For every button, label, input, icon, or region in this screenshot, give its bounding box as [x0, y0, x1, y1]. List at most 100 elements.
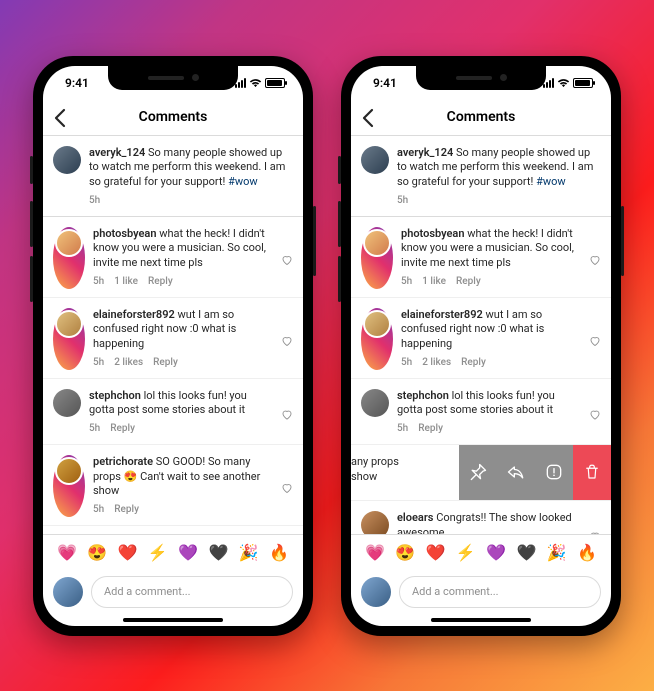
username[interactable]: elaineforster892	[401, 308, 483, 321]
emoji-button[interactable]: 🖤	[208, 543, 228, 562]
story-ring[interactable]	[53, 455, 85, 517]
pin-button[interactable]	[459, 445, 497, 500]
emoji-button[interactable]: 💗	[365, 543, 385, 562]
comment-row[interactable]: eloears Congrats!! The show looked aweso…	[43, 526, 303, 534]
emoji-button[interactable]: ❤️	[426, 543, 446, 562]
reply-button[interactable]: Reply	[418, 422, 443, 436]
avatar[interactable]	[361, 146, 389, 174]
heart-icon[interactable]	[589, 393, 601, 436]
heart-icon[interactable]	[589, 515, 601, 534]
emoji-button[interactable]: ⚡	[148, 543, 168, 562]
username[interactable]: photosbyean	[401, 227, 465, 240]
delete-button[interactable]	[573, 445, 611, 500]
avatar[interactable]	[53, 146, 81, 174]
emoji-button[interactable]: 😍	[87, 543, 107, 562]
reply-button[interactable]: Reply	[114, 503, 139, 517]
avatar[interactable]	[55, 310, 83, 338]
story-ring[interactable]	[361, 308, 393, 370]
notch	[108, 66, 238, 90]
comment-row[interactable]: photosbyean what the heck! I didn't know…	[43, 217, 303, 298]
emoji-button[interactable]: 🎉	[239, 543, 259, 562]
reply-button[interactable]: Reply	[461, 356, 486, 370]
page-header: Comments	[351, 100, 611, 136]
username[interactable]: averyk_124	[89, 146, 145, 159]
reply-button[interactable]: Reply	[153, 356, 178, 370]
report-icon	[544, 462, 564, 482]
like-count[interactable]: 1 like	[114, 275, 138, 289]
caption-text: averyk_124 So many people showed up to w…	[397, 146, 601, 208]
username[interactable]: eloears	[397, 511, 433, 524]
comment-row[interactable]: petrichorate SO GOOD! So many props 😍 Ca…	[43, 445, 303, 526]
report-button[interactable]	[535, 445, 573, 500]
wifi-icon	[557, 78, 570, 88]
avatar[interactable]	[363, 310, 391, 338]
reply-button[interactable]: Reply	[456, 275, 481, 289]
comment-list[interactable]: averyk_124 So many people showed up to w…	[43, 136, 303, 534]
username[interactable]: elaineforster892	[93, 308, 175, 321]
story-ring[interactable]	[53, 227, 85, 289]
like-count[interactable]: 1 like	[422, 275, 446, 289]
avatar[interactable]	[53, 577, 83, 607]
hashtag[interactable]: #wow	[228, 175, 258, 188]
emoji-button[interactable]: 💜	[178, 543, 198, 562]
emoji-button[interactable]: ❤️	[118, 543, 138, 562]
heart-icon[interactable]	[281, 393, 293, 436]
heart-icon[interactable]	[589, 312, 601, 370]
timestamp: 5h	[93, 503, 104, 517]
back-icon[interactable]	[53, 108, 67, 128]
story-ring[interactable]	[361, 227, 393, 289]
comment-row-swiped[interactable]: any propsshow	[351, 445, 611, 501]
username[interactable]: stephchon	[397, 389, 449, 402]
emoji-button[interactable]: 🔥	[269, 543, 289, 562]
username[interactable]: photosbyean	[93, 227, 157, 240]
avatar[interactable]	[53, 389, 81, 417]
emoji-button[interactable]: 🔥	[577, 543, 597, 562]
wifi-icon	[249, 78, 262, 88]
reply-arrow-icon	[506, 462, 526, 482]
heart-icon[interactable]	[589, 231, 601, 289]
comment-row[interactable]: eloears Congrats!! The show looked aweso…	[351, 501, 611, 534]
placeholder: Add a comment...	[104, 585, 191, 598]
back-icon[interactable]	[361, 108, 375, 128]
home-indicator[interactable]	[431, 618, 531, 622]
comment-row[interactable]: stephchon lol this looks fun! you gotta …	[351, 379, 611, 445]
screen-left: 9:41 Comments averyk_124 So many people …	[43, 66, 303, 626]
emoji-button[interactable]: 💜	[486, 543, 506, 562]
comment-input[interactable]: Add a comment...	[399, 576, 601, 608]
status-time: 9:41	[65, 76, 89, 90]
avatar[interactable]	[55, 229, 83, 257]
emoji-button[interactable]: 🖤	[516, 543, 536, 562]
comment-row[interactable]: elaineforster892 wut I am so confused ri…	[351, 298, 611, 379]
emoji-button[interactable]: 🎉	[547, 543, 567, 562]
avatar[interactable]	[361, 511, 389, 534]
like-count[interactable]: 2 likes	[422, 356, 451, 370]
comment-row[interactable]: elaineforster892 wut I am so confused ri…	[43, 298, 303, 379]
username[interactable]: averyk_124	[397, 146, 453, 159]
emoji-button[interactable]: ⚡	[456, 543, 476, 562]
story-ring[interactable]	[53, 308, 85, 370]
reply-button[interactable]: Reply	[148, 275, 173, 289]
hashtag[interactable]: #wow	[536, 175, 566, 188]
reply-button[interactable]: Reply	[110, 422, 135, 436]
username[interactable]: stephchon	[89, 389, 141, 402]
battery-icon	[265, 78, 285, 88]
avatar[interactable]	[361, 389, 389, 417]
reply-action-button[interactable]	[497, 445, 535, 500]
caption-row: averyk_124 So many people showed up to w…	[43, 136, 303, 217]
emoji-button[interactable]: 😍	[395, 543, 415, 562]
comment-list[interactable]: averyk_124 So many people showed up to w…	[351, 136, 611, 534]
avatar[interactable]	[55, 457, 83, 485]
comment-row[interactable]: stephchon lol this looks fun! you gotta …	[43, 379, 303, 445]
heart-icon[interactable]	[281, 459, 293, 517]
avatar[interactable]	[361, 577, 391, 607]
heart-icon[interactable]	[281, 312, 293, 370]
avatar[interactable]	[363, 229, 391, 257]
home-indicator[interactable]	[123, 618, 223, 622]
status-indicators	[543, 78, 593, 88]
heart-icon[interactable]	[281, 231, 293, 289]
emoji-button[interactable]: 💗	[57, 543, 77, 562]
comment-input[interactable]: Add a comment...	[91, 576, 293, 608]
username[interactable]: petrichorate	[93, 455, 153, 468]
comment-row[interactable]: photosbyean what the heck! I didn't know…	[351, 217, 611, 298]
like-count[interactable]: 2 likes	[114, 356, 143, 370]
